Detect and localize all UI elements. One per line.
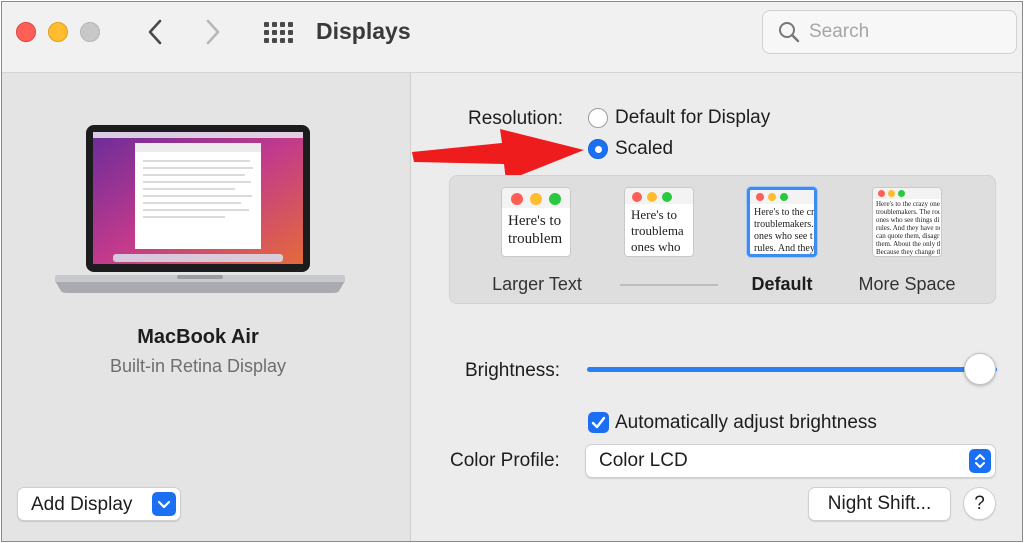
preview-text-line: ones who: [631, 239, 681, 254]
scale-option-default[interactable]: Here's to the cr troublemakers. ones who…: [747, 187, 817, 259]
preview-zoom-dot: [898, 190, 905, 197]
radio-label-default[interactable]: Default for Display: [615, 107, 770, 129]
auto-brightness-label[interactable]: Automatically adjust brightness: [615, 412, 877, 434]
auto-brightness-checkbox[interactable]: [588, 412, 609, 433]
display-sidebar: MacBook Air Built-in Retina Display Add …: [2, 73, 411, 541]
back-button[interactable]: [142, 16, 168, 48]
brightness-label: Brightness:: [465, 360, 561, 381]
preview-text-line: Here's to: [508, 213, 562, 229]
preview-minimize-dot: [647, 192, 657, 202]
chevron-down-icon: [152, 492, 176, 516]
forward-button[interactable]: [200, 16, 226, 48]
scale-caption-larger-text: Larger Text: [492, 274, 582, 294]
brightness-slider-track[interactable]: [587, 367, 997, 372]
preview-minimize-dot: [888, 190, 895, 197]
displays-window: Displays Search MacBook Air Built-in Ret…: [1, 1, 1023, 542]
display-subtitle: Built-in Retina Display: [109, 356, 287, 376]
scale-caption-more-space: More Space: [858, 274, 956, 294]
scale-caption-default: Default: [751, 274, 813, 294]
search-icon: [779, 22, 800, 43]
chevron-left-icon: [148, 19, 162, 45]
close-window-button[interactable]: [16, 22, 36, 42]
checkmark-icon: [591, 416, 606, 429]
window-title: Displays: [316, 18, 411, 44]
preview-text-line: rules. And they: [754, 243, 814, 254]
night-shift-button[interactable]: Night Shift...: [808, 487, 951, 521]
preview-minimize-dot: [768, 193, 776, 201]
preview-text-line: troublem: [508, 231, 563, 247]
preview-zoom-dot: [780, 193, 788, 201]
color-profile-label: Color Profile:: [450, 450, 560, 471]
preview-zoom-dot: [662, 192, 672, 202]
preview-text-line: Because they change th: [876, 248, 940, 256]
display-settings: Resolution: Default for Display Scaled H…: [412, 73, 1022, 541]
grid-icon: [264, 22, 293, 43]
preview-text-line: ones who see t: [754, 231, 813, 242]
show-all-button[interactable]: [260, 16, 296, 48]
red-arrow-annotation: [412, 129, 584, 181]
preview-text-line: troublemakers.: [754, 219, 814, 230]
radio-label-scaled[interactable]: Scaled: [615, 138, 673, 160]
up-down-chevron-icon: [969, 449, 991, 473]
scale-caption-divider: [620, 284, 718, 286]
add-display-label: Add Display: [31, 494, 133, 515]
chevron-right-icon: [206, 19, 220, 45]
preview-close-dot: [756, 193, 764, 201]
scale-option-2[interactable]: Here's to troublema ones who: [624, 187, 694, 259]
preview-text-line: Here's to: [631, 207, 678, 222]
preview-close-dot: [878, 190, 885, 197]
preview-text-line: Here's to the cr: [754, 207, 814, 218]
preview-close-dot: [511, 193, 523, 205]
title-bar: Displays: [2, 2, 1022, 73]
macbook-air-image: [55, 125, 345, 293]
search-input[interactable]: [809, 20, 1004, 44]
add-display-button[interactable]: Add Display: [17, 487, 181, 521]
color-profile-select[interactable]: Color LCD: [585, 444, 996, 478]
minimize-window-button[interactable]: [48, 22, 68, 42]
color-profile-value: Color LCD: [599, 450, 688, 471]
scaling-options-panel: Here's to troublem Here's to troublema o…: [449, 175, 996, 304]
scale-option-larger-text[interactable]: Here's to troublem: [501, 187, 571, 259]
display-name: MacBook Air: [137, 326, 259, 348]
preview-text-line: troublema: [631, 223, 684, 238]
preview-close-dot: [632, 192, 642, 202]
scale-option-more-space[interactable]: Here's to the crazy one troublemakers. T…: [872, 187, 942, 259]
search-field[interactable]: [762, 10, 1017, 54]
preview-zoom-dot: [549, 193, 561, 205]
zoom-window-button[interactable]: [80, 22, 100, 42]
brightness-slider-knob[interactable]: [964, 353, 996, 385]
help-button[interactable]: ?: [963, 487, 996, 520]
preview-minimize-dot: [530, 193, 542, 205]
